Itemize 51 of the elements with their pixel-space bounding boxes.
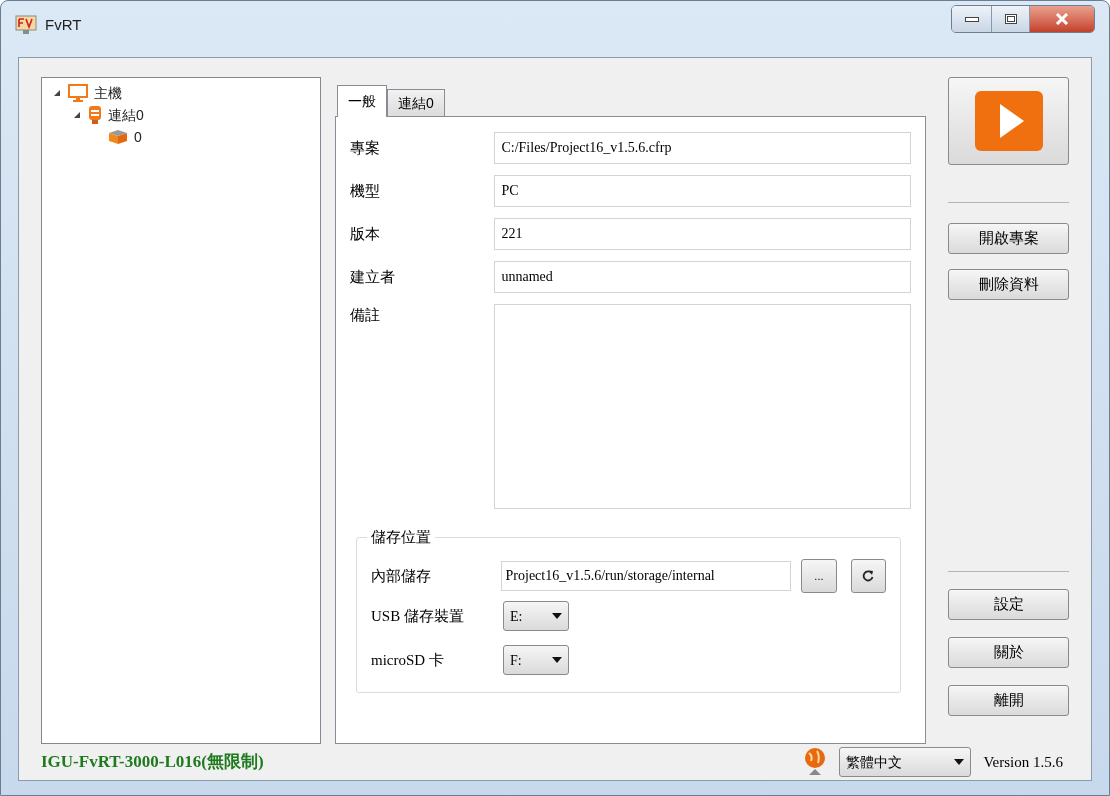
refresh-icon bbox=[862, 570, 875, 582]
drive-dropdown[interactable]: E: bbox=[503, 601, 569, 631]
app-logo-icon bbox=[15, 15, 37, 35]
run-button[interactable] bbox=[948, 77, 1069, 165]
maximize-icon bbox=[1004, 14, 1017, 24]
browse-button[interactable]: ... bbox=[801, 559, 837, 593]
globe-icon bbox=[803, 747, 828, 777]
close-button[interactable] bbox=[1030, 6, 1094, 32]
field-label: 機型 bbox=[350, 180, 381, 201]
field-label: 版本 bbox=[350, 223, 381, 244]
maximize-button[interactable] bbox=[992, 6, 1030, 32]
minimize-icon bbox=[964, 16, 979, 22]
window-title: FvRT bbox=[45, 14, 82, 35]
field-label: 專案 bbox=[350, 137, 381, 158]
field-label: microSD 卡 bbox=[371, 650, 445, 670]
action-button[interactable]: 設定 bbox=[948, 589, 1069, 620]
action-button[interactable]: 刪除資料 bbox=[948, 269, 1069, 300]
text-field[interactable]: PC bbox=[494, 175, 911, 207]
field-label: 備註 bbox=[350, 305, 381, 325]
language-dropdown[interactable]: 繁體中文 bbox=[839, 747, 972, 777]
action-button[interactable]: 離開 bbox=[948, 685, 1069, 716]
box-icon bbox=[108, 129, 128, 145]
field-label: 內部儲存 bbox=[371, 566, 432, 586]
text-field[interactable]: 221 bbox=[494, 218, 911, 250]
field-label: 建立者 bbox=[350, 266, 396, 287]
monitor-icon bbox=[68, 84, 88, 102]
tab[interactable]: 連結0 bbox=[387, 89, 445, 116]
text-field[interactable]: C:/Files/Project16_v1.5.6.cfrp bbox=[494, 132, 911, 164]
dropdown-arrow-icon bbox=[552, 613, 562, 619]
path-field[interactable]: Project16_v1.5.6/run/storage/internal bbox=[500, 561, 792, 591]
expanded-caret-icon[interactable] bbox=[73, 111, 81, 119]
tree-item[interactable]: 0 bbox=[134, 126, 142, 148]
license-label: IGU-FvRT-3000-L016(無限制) bbox=[41, 751, 264, 774]
refresh-button[interactable] bbox=[850, 559, 886, 593]
action-button[interactable]: 關於 bbox=[948, 637, 1069, 668]
text-field[interactable]: unnamed bbox=[494, 261, 911, 293]
close-icon bbox=[1055, 13, 1069, 25]
expanded-caret-icon[interactable] bbox=[53, 89, 61, 97]
connector-icon bbox=[88, 105, 102, 125]
play-icon bbox=[973, 90, 1044, 152]
tree-item[interactable]: 主機 bbox=[94, 82, 122, 104]
dropdown-arrow-icon bbox=[552, 657, 562, 663]
version-label: Version 1.5.6 bbox=[983, 752, 1063, 772]
tree-item[interactable]: 連結0 bbox=[108, 104, 144, 126]
drive-dropdown[interactable]: F: bbox=[503, 645, 569, 675]
notes-field[interactable] bbox=[494, 304, 911, 509]
minimize-button[interactable] bbox=[952, 6, 992, 32]
tab[interactable]: 一般 bbox=[337, 85, 387, 117]
field-label: USB 儲存裝置 bbox=[371, 606, 465, 626]
action-button[interactable]: 開啟專案 bbox=[948, 223, 1069, 254]
dropdown-arrow-icon bbox=[954, 759, 965, 765]
